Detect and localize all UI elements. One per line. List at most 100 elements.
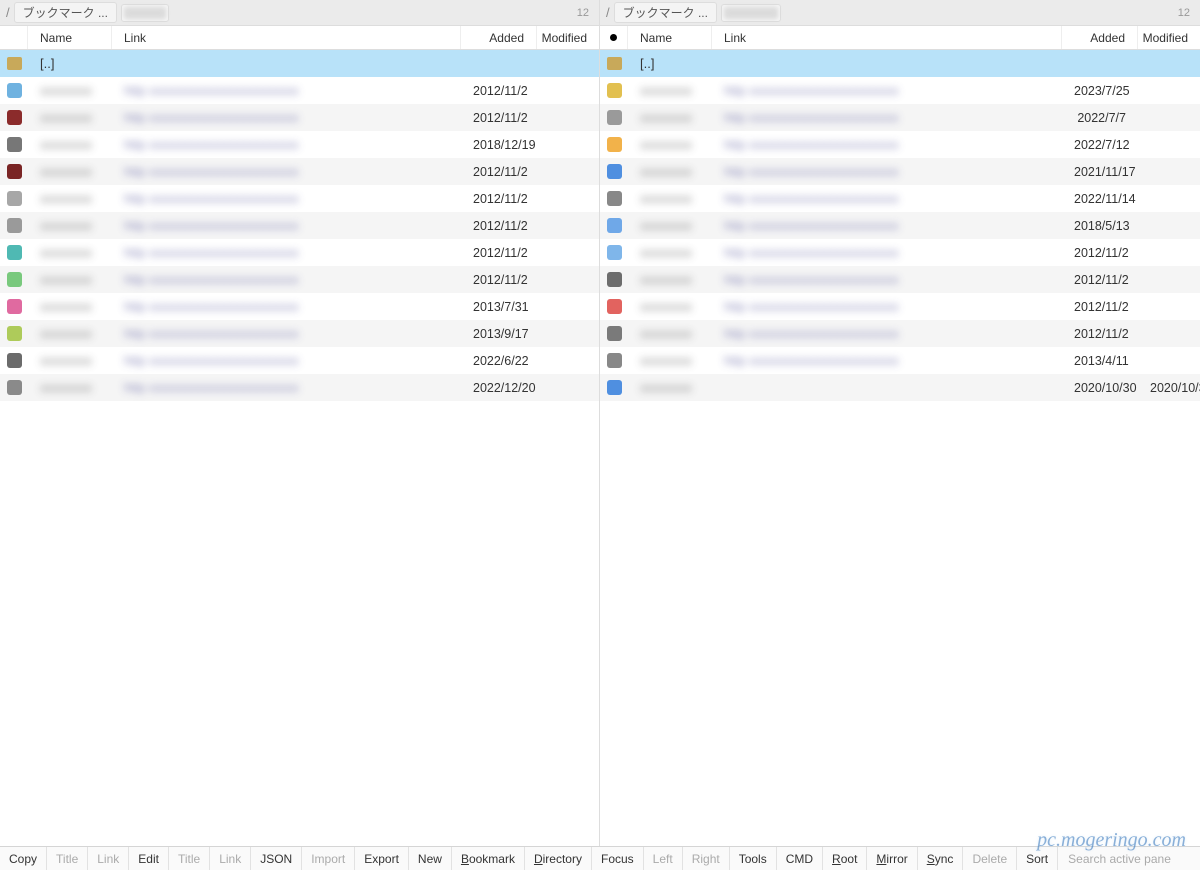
favicon-icon [7,326,22,341]
table-row[interactable]: xxxxxxxxhttp xxxxxxxxxxxxxxxxxxxxxxx2012… [600,239,1200,266]
table-row[interactable]: xxxxxxxxhttp xxxxxxxxxxxxxxxxxxxxxxx2012… [0,77,599,104]
table-row[interactable]: xxxxxxxxhttp xxxxxxxxxxxxxxxxxxxxxxx2013… [600,347,1200,374]
bottom-btn-export[interactable]: Export [355,847,409,870]
favicon-icon [607,164,622,179]
row-name: xxxxxxxx [628,272,712,287]
parent-row[interactable]: [..] [0,50,599,77]
table-row[interactable]: xxxxxxxxhttp xxxxxxxxxxxxxxxxxxxxxxx2012… [0,185,599,212]
bottom-btn-delete: Delete [963,847,1017,870]
row-name: xxxxxxxx [628,83,712,98]
table-row[interactable]: xxxxxxxxhttp xxxxxxxxxxxxxxxxxxxxxxx2012… [0,266,599,293]
table-row[interactable]: xxxxxxxxhttp xxxxxxxxxxxxxxxxxxxxxxx2012… [600,266,1200,293]
table-row[interactable]: xxxxxxxxhttp xxxxxxxxxxxxxxxxxxxxxxx2018… [600,212,1200,239]
row-added: 2012/11/2 [461,273,537,287]
table-row[interactable]: xxxxxxxxhttp xxxxxxxxxxxxxxxxxxxxxxx2012… [0,104,599,131]
left-pathbar: / ブックマーク ... xxxxx 12 [0,0,599,26]
row-added: 2021/11/17 [1062,165,1138,179]
table-row[interactable]: xxxxxxxxhttp xxxxxxxxxxxxxxxxxxxxxxx2012… [600,293,1200,320]
path-root-slash: / [606,5,610,20]
bottom-btn-link: Link [210,847,251,870]
left-header-icon [0,26,28,49]
bottom-btn-copy[interactable]: Copy [0,847,47,870]
bottom-btn-bookmark[interactable]: Bookmark [452,847,525,870]
favicon-icon [607,83,622,98]
parent-row[interactable]: [..] [600,50,1200,77]
table-row[interactable]: xxxxxxxxhttp xxxxxxxxxxxxxxxxxxxxxxx2022… [600,131,1200,158]
right-header-added[interactable]: Added [1062,26,1138,49]
bottom-btn-new[interactable]: New [409,847,452,870]
row-added: 2012/11/2 [461,219,537,233]
table-row[interactable]: xxxxxxxxhttp xxxxxxxxxxxxxxxxxxxxxxx2018… [0,131,599,158]
row-added: 2012/11/2 [1062,327,1138,341]
left-header: Name Link Added Modified [0,26,599,50]
row-link: http xxxxxxxxxxxxxxxxxxxxxxx [112,299,461,314]
row-link: http xxxxxxxxxxxxxxxxxxxxxxx [712,137,1062,152]
table-row[interactable]: xxxxxxxx2020/10/302020/10/30 [600,374,1200,401]
favicon-icon [7,353,22,368]
right-header-modified[interactable]: Modified [1138,26,1200,49]
row-name: xxxxxxxx [628,299,712,314]
bottom-btn-json[interactable]: JSON [251,847,302,870]
row-added: 2012/11/2 [461,111,537,125]
right-header-icon[interactable] [600,26,628,49]
right-count: 12 [1178,7,1194,19]
parent-label: [..] [28,56,112,71]
bottom-btn-left: Left [644,847,683,870]
left-list[interactable]: [..]xxxxxxxxhttp xxxxxxxxxxxxxxxxxxxxxxx… [0,50,599,846]
row-added: 2012/11/2 [1062,273,1138,287]
bottom-btn-directory[interactable]: Directory [525,847,592,870]
search-input[interactable]: Search active pane [1058,852,1200,866]
left-pane: / ブックマーク ... xxxxx 12 Name Link Added Mo… [0,0,600,846]
table-row[interactable]: xxxxxxxxhttp xxxxxxxxxxxxxxxxxxxxxxx2021… [600,158,1200,185]
table-row[interactable]: xxxxxxxxhttp xxxxxxxxxxxxxxxxxxxxxxx2022… [600,185,1200,212]
right-crumb-1[interactable]: ブックマーク ... [614,2,717,23]
favicon-icon [7,137,22,152]
parent-label: [..] [628,56,712,71]
bottom-btn-sort[interactable]: Sort [1017,847,1058,870]
row-name: xxxxxxxx [28,326,112,341]
bottom-btn-edit[interactable]: Edit [129,847,169,870]
table-row[interactable]: xxxxxxxxhttp xxxxxxxxxxxxxxxxxxxxxxx2012… [0,239,599,266]
left-header-modified[interactable]: Modified [537,26,599,49]
left-header-added[interactable]: Added [461,26,537,49]
bottom-btn-tools[interactable]: Tools [730,847,777,870]
left-crumb-1[interactable]: ブックマーク ... [14,2,117,23]
row-added: 2012/11/2 [1062,246,1138,260]
right-header-link[interactable]: Link [712,26,1062,49]
table-row[interactable]: xxxxxxxxhttp xxxxxxxxxxxxxxxxxxxxxxx2022… [600,104,1200,131]
bottom-btn-root[interactable]: Root [823,847,867,870]
table-row[interactable]: xxxxxxxxhttp xxxxxxxxxxxxxxxxxxxxxxx2022… [0,374,599,401]
row-added: 2013/4/11 [1062,354,1138,368]
table-row[interactable]: xxxxxxxxhttp xxxxxxxxxxxxxxxxxxxxxxx2012… [0,212,599,239]
row-added: 2013/9/17 [461,327,537,341]
bottom-btn-cmd[interactable]: CMD [777,847,823,870]
table-row[interactable]: xxxxxxxxhttp xxxxxxxxxxxxxxxxxxxxxxx2013… [0,320,599,347]
left-crumb-2[interactable]: xxxxx [121,4,169,22]
table-row[interactable]: xxxxxxxxhttp xxxxxxxxxxxxxxxxxxxxxxx2012… [600,320,1200,347]
table-row[interactable]: xxxxxxxxhttp xxxxxxxxxxxxxxxxxxxxxxx2012… [0,158,599,185]
row-added: 2022/7/7 [1062,111,1138,125]
bottom-btn-focus[interactable]: Focus [592,847,644,870]
bottom-btn-import: Import [302,847,355,870]
row-link: http xxxxxxxxxxxxxxxxxxxxxxx [112,272,461,287]
left-header-name[interactable]: Name [28,26,112,49]
bottom-btn-sync[interactable]: Sync [918,847,964,870]
row-modified: 2020/10/30 [1138,381,1200,395]
table-row[interactable]: xxxxxxxxhttp xxxxxxxxxxxxxxxxxxxxxxx2022… [0,347,599,374]
left-count: 12 [577,7,593,19]
row-link: http xxxxxxxxxxxxxxxxxxxxxxx [712,353,1062,368]
right-list[interactable]: [..]xxxxxxxxhttp xxxxxxxxxxxxxxxxxxxxxxx… [600,50,1200,846]
right-header-name[interactable]: Name [628,26,712,49]
right-header: Name Link Added Modified [600,26,1200,50]
table-row[interactable]: xxxxxxxxhttp xxxxxxxxxxxxxxxxxxxxxxx2013… [0,293,599,320]
right-pathbar: / ブックマーク ... xxxxxxx 12 [600,0,1200,26]
row-name: xxxxxxxx [628,164,712,179]
bottom-btn-mirror[interactable]: Mirror [867,847,917,870]
row-name: xxxxxxxx [28,164,112,179]
favicon-icon [607,326,622,341]
table-row[interactable]: xxxxxxxxhttp xxxxxxxxxxxxxxxxxxxxxxx2023… [600,77,1200,104]
row-name: xxxxxxxx [628,353,712,368]
left-header-link[interactable]: Link [112,26,461,49]
right-crumb-2[interactable]: xxxxxxx [721,4,781,22]
row-link: http xxxxxxxxxxxxxxxxxxxxxxx [112,83,461,98]
